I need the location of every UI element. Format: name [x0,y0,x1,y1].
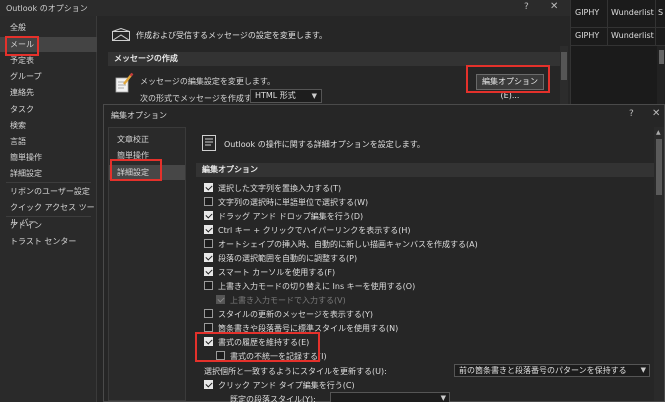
option-drag-and-drop[interactable]: ドラッグ アンド ドロップ編集を行う(D) [204,211,363,223]
option-overtype-mode: 上書き入力モードで入力する(V) [216,295,346,307]
ribbon-giphy-group-label: GIPHY [575,31,600,40]
mail-panel-header: 作成および受信するメッセージの設定を変更します。 [136,31,328,40]
option-mark-formatting-inconsistencies[interactable]: 書式の不統一を記録する(I) [216,351,327,363]
option-replace-selected-text[interactable]: 選択した文字列を置換入力する(T) [204,183,341,195]
scroll-up-arrow-icon[interactable]: ▲ [656,129,661,136]
checkbox-overtype-mode [216,295,225,304]
checkbox-mark-formatting-inconsistencies[interactable] [216,351,225,360]
nav-item-search[interactable]: 検索 [0,118,97,133]
option-select-whole-word[interactable]: 文字列の選択時に単語単位で選択する(W) [204,197,368,209]
option-keep-track-formatting[interactable]: 書式の履歴を維持する(E) [204,337,309,349]
checkbox-insert-key-overtype[interactable] [204,281,213,290]
advanced-options-scrollbar[interactable]: ▲ [654,127,664,401]
editor-options-close-button[interactable]: ✕ [652,108,660,119]
default-paragraph-style-label: 既定の段落スタイル(Y): [230,395,316,402]
checkbox-auto-drawing-canvas[interactable] [204,239,213,248]
checkbox-drag-and-drop[interactable] [204,211,213,220]
advanced-options-panel: Outlook の操作に関する詳細オプションを設定します。 編集オプション 選択… [190,127,664,402]
nav-item-groups[interactable]: グループ [0,69,97,84]
ribbon-divider [655,0,656,45]
editor-options-title: 編集オプション [111,111,167,120]
option-insert-key-overtype[interactable]: 上書き入力モードの切り替えに Ins キーを使用する(O) [204,281,415,293]
option-normal-style-lists[interactable]: 箇条書きや段落番号に標準スタイルを使用する(N) [204,323,398,335]
ribbon-divider [607,0,608,45]
editor-options-dialog: 編集オプション ? ✕ 文章校正 簡単操作 詳細設定 Outlook の操作に関… [103,104,665,402]
checkbox-click-and-type[interactable] [204,380,213,389]
checkbox-style-update-prompt[interactable] [204,309,213,318]
inner-nav-advanced[interactable]: 詳細設定 [109,165,185,180]
nav-item-mail[interactable]: メール [0,37,97,52]
editor-options-help-button[interactable]: ? [629,109,634,119]
advanced-options-header: Outlook の操作に関する詳細オプションを設定します。 [224,140,425,149]
ribbon-s-button[interactable]: S [658,8,663,17]
options-category-nav: 全般 メール 予定表 グループ 連絡先 タスク 検索 言語 簡単操作 詳細設定 … [0,16,97,402]
checkbox-select-whole-word[interactable] [204,197,213,206]
nav-item-calendar[interactable]: 予定表 [0,53,97,68]
option-style-update-prompt[interactable]: スタイルの更新のメッセージを表示する(Y) [204,309,373,321]
ribbon-giphy-button[interactable]: GIPHY [575,8,599,17]
ribbon-wunderlist-button[interactable]: Wunderlist [611,8,654,17]
ribbon-divider [571,27,665,28]
outer-help-button[interactable]: ? [524,2,529,12]
option-smart-paragraph-select[interactable]: 段落の選択範囲を自動的に調整する(P) [204,253,357,265]
checkbox-replace-selected-text[interactable] [204,183,213,192]
advanced-options-scrollbar-thumb[interactable] [656,139,662,195]
option-smart-cursor[interactable]: スマート カーソルを使用する(F) [204,267,335,279]
compose-section-heading: メッセージの作成 [108,52,560,66]
editor-options-button[interactable]: 編集オプション(E)... [476,74,544,100]
document-settings-icon [202,135,216,151]
default-paragraph-style-select[interactable]: ▼ [330,392,450,402]
nav-item-accessibility[interactable]: 簡単操作 [0,150,97,165]
option-click-and-type[interactable]: クリック アンド タイプ編集を行う(C) [204,380,355,392]
outer-titlebar: Outlook のオプション ? ✕ [0,0,570,16]
checkbox-ctrl-click-hyperlink[interactable] [204,225,213,234]
outer-scrollbar-thumb[interactable] [561,52,567,80]
editing-options-heading: 編集オプション [196,163,654,177]
nav-item-addins[interactable]: アドイン [0,218,97,233]
nav-divider [6,216,91,217]
ribbon-divider [571,45,665,46]
outer-window-title: Outlook のオプション [6,4,88,13]
nav-item-advanced[interactable]: 詳細設定 [0,166,97,181]
nav-item-general[interactable]: 全般 [0,20,97,35]
reading-pane-scrollbar-thumb[interactable] [659,50,664,64]
chevron-down-icon: ▼ [440,394,446,402]
chevron-down-icon: ▼ [311,92,317,100]
style-update-select[interactable]: 前の箇条書きと段落番号のパターンを保持する ▼ [454,364,650,377]
outer-close-button[interactable]: ✕ [550,1,558,12]
checkbox-smart-cursor[interactable] [204,267,213,276]
checkbox-smart-paragraph-select[interactable] [204,253,213,262]
envelope-icon [112,28,130,41]
editor-options-nav: 文章校正 簡単操作 詳細設定 [108,127,186,401]
checkbox-normal-style-lists[interactable] [204,323,213,332]
inner-nav-proofing[interactable]: 文章校正 [109,132,185,147]
style-update-value: 前の箇条書きと段落番号のパターンを保持する [459,366,627,375]
nav-item-language[interactable]: 言語 [0,134,97,149]
chevron-down-icon: ▼ [640,366,646,374]
nav-item-quick-access-toolbar[interactable]: クイック アクセス ツール バー [0,200,97,227]
nav-item-customize-ribbon[interactable]: リボンのユーザー設定 [0,184,97,199]
compose-description: メッセージの編集設定を変更します。 [140,77,276,86]
compose-format-value: HTML 形式 [255,91,296,100]
inner-nav-accessibility[interactable]: 簡単操作 [109,148,185,163]
checkbox-keep-track-formatting[interactable] [204,337,213,346]
nav-item-contacts[interactable]: 連絡先 [0,85,97,100]
option-ctrl-click-hyperlink[interactable]: Ctrl キー + クリックでハイパーリンクを表示する(H) [204,225,411,237]
pen-paper-icon [115,72,134,93]
nav-item-tasks[interactable]: タスク [0,102,97,117]
nav-item-trust-center[interactable]: トラスト センター [0,234,97,249]
style-update-label: 選択個所と一致するようにスタイルを更新する(U): [204,367,387,376]
compose-format-select[interactable]: HTML 形式 ▼ [250,89,322,103]
nav-divider [6,182,91,183]
ribbon-wunderlist-group-label: Wunderlist [611,31,654,40]
option-auto-drawing-canvas[interactable]: オートシェイプの挿入時、自動的に新しい描画キャンバスを作成する(A) [204,239,478,251]
